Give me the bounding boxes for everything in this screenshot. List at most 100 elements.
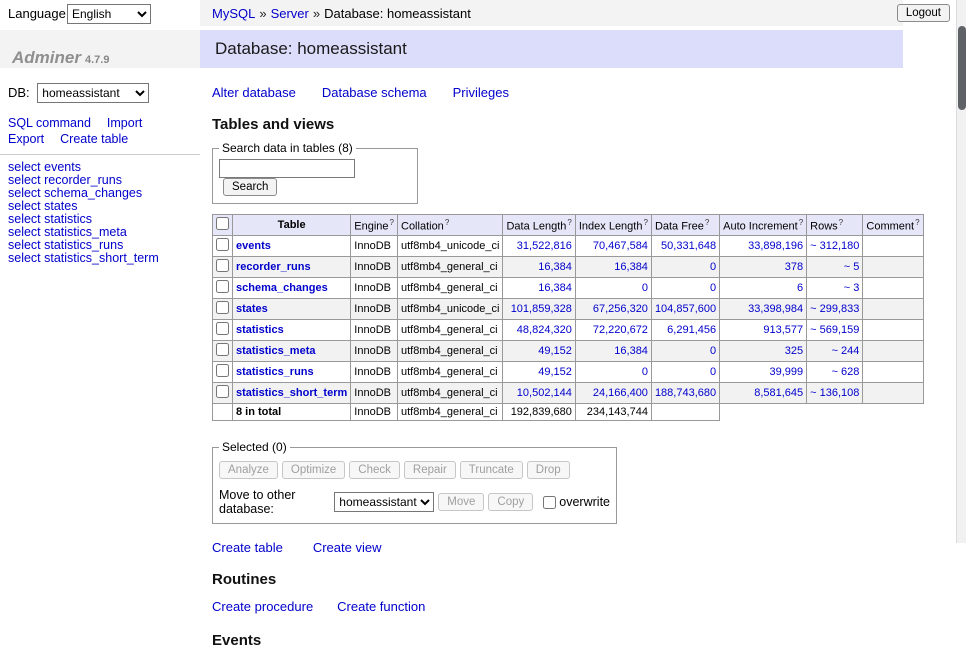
search-input[interactable] bbox=[219, 159, 355, 178]
row-select-checkbox[interactable] bbox=[216, 385, 229, 398]
move-button[interactable]: Move bbox=[438, 493, 484, 511]
copy-button[interactable]: Copy bbox=[488, 493, 533, 511]
truncate-button[interactable]: Truncate bbox=[460, 461, 523, 479]
import-link[interactable]: Import bbox=[107, 116, 142, 130]
index-length-link[interactable]: 16,384 bbox=[614, 345, 648, 357]
data-length-link[interactable]: 49,152 bbox=[538, 366, 572, 378]
row-select-checkbox[interactable] bbox=[216, 343, 229, 356]
drop-button[interactable]: Drop bbox=[527, 461, 570, 479]
auto-increment-link[interactable]: 378 bbox=[785, 261, 803, 273]
index-length-link[interactable]: 72,220,672 bbox=[593, 324, 648, 336]
index-length-link[interactable]: 24,166,400 bbox=[593, 387, 648, 399]
create-table-link[interactable]: Create table bbox=[60, 132, 128, 146]
table-name-link[interactable]: states bbox=[236, 303, 268, 315]
index-length-link[interactable]: 0 bbox=[642, 366, 648, 378]
breadcrumb-link-mysql[interactable]: MySQL bbox=[212, 6, 255, 21]
auto-increment-link[interactable]: 33,398,984 bbox=[748, 303, 803, 315]
row-select-checkbox[interactable] bbox=[216, 280, 229, 293]
index-length-link[interactable]: 16,384 bbox=[614, 261, 648, 273]
data-free-link[interactable]: 188,743,680 bbox=[655, 387, 716, 399]
table-name-link[interactable]: statistics_short_term bbox=[236, 387, 347, 399]
table-name-link[interactable]: schema_changes bbox=[236, 282, 328, 294]
logout-button[interactable]: Logout bbox=[897, 4, 950, 22]
row-select-checkbox[interactable] bbox=[216, 322, 229, 335]
check-button[interactable]: Check bbox=[349, 461, 400, 479]
table-name-link[interactable]: statistics_runs bbox=[236, 366, 314, 378]
create-function-link[interactable]: Create function bbox=[337, 599, 425, 614]
optimize-button[interactable]: Optimize bbox=[282, 461, 345, 479]
alter-database-link[interactable]: Alter database bbox=[212, 85, 296, 100]
sidebar-table-list: select eventsselect recorder_runsselect … bbox=[0, 161, 200, 265]
data-length-link[interactable]: 16,384 bbox=[538, 261, 572, 273]
help-link[interactable]: ? bbox=[799, 218, 803, 227]
data-length-link[interactable]: 101,859,328 bbox=[511, 303, 572, 315]
data-length-link[interactable]: 16,384 bbox=[538, 282, 572, 294]
db-select[interactable]: homeassistant bbox=[37, 83, 149, 103]
data-free-link[interactable]: 0 bbox=[710, 345, 716, 357]
rows-link[interactable]: ~ 312,180 bbox=[810, 240, 859, 252]
auto-increment-link[interactable]: 913,577 bbox=[763, 324, 803, 336]
rows-link[interactable]: ~ 3 bbox=[844, 282, 860, 294]
breadcrumb-link-server[interactable]: Server bbox=[271, 6, 309, 21]
sidebar: Adminer4.7.9 DB: homeassistant SQL comma… bbox=[0, 26, 200, 543]
database-schema-link[interactable]: Database schema bbox=[322, 85, 427, 100]
select-all-checkbox[interactable] bbox=[216, 217, 229, 230]
row-select-checkbox[interactable] bbox=[216, 238, 229, 251]
help-link[interactable]: ? bbox=[915, 218, 919, 227]
privileges-link[interactable]: Privileges bbox=[453, 85, 509, 100]
repair-button[interactable]: Repair bbox=[404, 461, 456, 479]
create-procedure-link[interactable]: Create procedure bbox=[212, 599, 313, 614]
move-database-select[interactable]: homeassistant bbox=[334, 492, 434, 512]
help-link[interactable]: ? bbox=[567, 218, 571, 227]
auto-increment-link[interactable]: 6 bbox=[797, 282, 803, 294]
rows-link[interactable]: ~ 244 bbox=[832, 345, 860, 357]
export-link[interactable]: Export bbox=[8, 132, 44, 146]
table-name-link[interactable]: statistics bbox=[236, 324, 284, 336]
row-select-checkbox[interactable] bbox=[216, 364, 229, 377]
rows-link[interactable]: ~ 569,159 bbox=[810, 324, 859, 336]
rows-link[interactable]: ~ 5 bbox=[844, 261, 860, 273]
data-length-link[interactable]: 48,824,320 bbox=[517, 324, 572, 336]
rows-link[interactable]: ~ 136,108 bbox=[810, 387, 859, 399]
data-free-link[interactable]: 0 bbox=[710, 366, 716, 378]
data-free-link[interactable]: 50,331,648 bbox=[661, 240, 716, 252]
rows-link[interactable]: ~ 299,833 bbox=[810, 303, 859, 315]
data-length-link[interactable]: 10,502,144 bbox=[517, 387, 572, 399]
auto-increment-link[interactable]: 325 bbox=[785, 345, 803, 357]
table-name-link[interactable]: statistics_meta bbox=[236, 345, 316, 357]
auto-increment-link[interactable]: 8,581,645 bbox=[754, 387, 803, 399]
scrollbar-thumb[interactable] bbox=[958, 26, 966, 110]
help-link[interactable]: ? bbox=[643, 218, 647, 227]
auto-increment-link[interactable]: 39,999 bbox=[770, 366, 804, 378]
auto-increment-link[interactable]: 33,898,196 bbox=[748, 240, 803, 252]
data-length-link[interactable]: 31,522,816 bbox=[517, 240, 572, 252]
data-free-link[interactable]: 104,857,600 bbox=[655, 303, 716, 315]
row-select-checkbox[interactable] bbox=[216, 301, 229, 314]
table-name-link[interactable]: recorder_runs bbox=[236, 261, 311, 273]
auto-increment-cell: 6 bbox=[720, 278, 807, 299]
language-select[interactable]: English bbox=[67, 4, 151, 24]
data-length-cell: 31,522,816 bbox=[503, 236, 575, 257]
help-link[interactable]: ? bbox=[839, 218, 843, 227]
data-length-link[interactable]: 49,152 bbox=[538, 345, 572, 357]
sql-command-link[interactable]: SQL command bbox=[8, 116, 91, 130]
help-link[interactable]: ? bbox=[445, 218, 449, 227]
search-button[interactable]: Search bbox=[223, 178, 277, 196]
index-length-link[interactable]: 70,467,584 bbox=[593, 240, 648, 252]
help-link[interactable]: ? bbox=[705, 218, 709, 227]
data-free-link[interactable]: 0 bbox=[710, 282, 716, 294]
data-free-link[interactable]: 0 bbox=[710, 261, 716, 273]
help-link[interactable]: ? bbox=[390, 218, 394, 227]
row-select-checkbox[interactable] bbox=[216, 259, 229, 272]
table-name-link[interactable]: events bbox=[236, 240, 271, 252]
index-length-link[interactable]: 0 bbox=[642, 282, 648, 294]
analyze-button[interactable]: Analyze bbox=[219, 461, 278, 479]
overwrite-checkbox[interactable] bbox=[543, 496, 556, 509]
scrollbar[interactable] bbox=[956, 0, 966, 543]
create-view-link[interactable]: Create view bbox=[313, 540, 382, 555]
index-length-link[interactable]: 67,256,320 bbox=[593, 303, 648, 315]
rows-link[interactable]: ~ 628 bbox=[832, 366, 860, 378]
sidebar-table-link[interactable]: select statistics_short_term bbox=[0, 252, 200, 265]
create-table-link-main[interactable]: Create table bbox=[212, 540, 283, 555]
data-free-link[interactable]: 6,291,456 bbox=[667, 324, 716, 336]
